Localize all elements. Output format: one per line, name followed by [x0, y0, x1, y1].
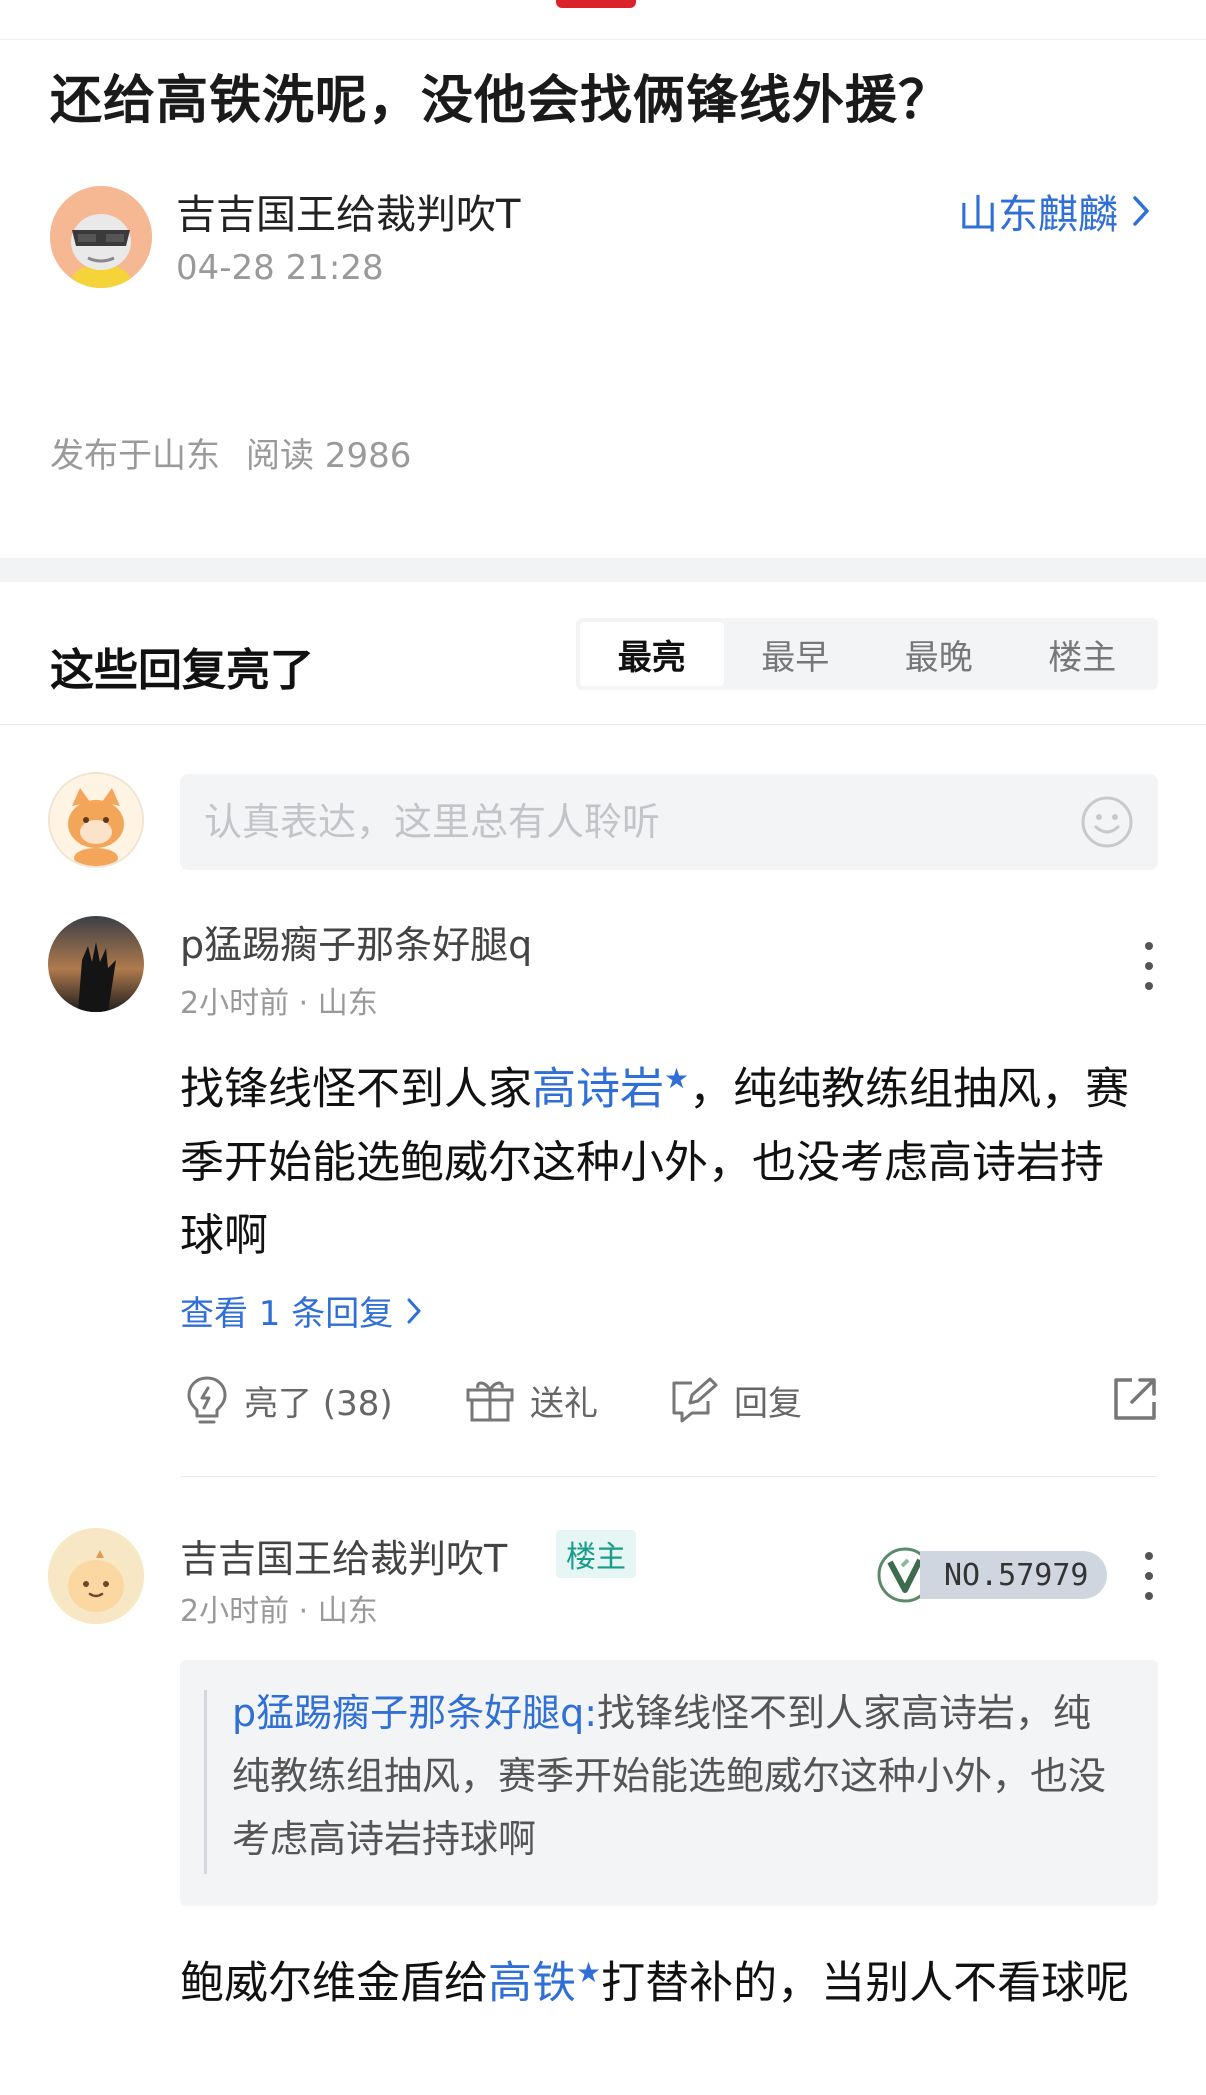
section-separator	[0, 558, 1206, 582]
edit-reply-icon	[672, 1377, 718, 1423]
board-link[interactable]: 山东麒麟	[958, 182, 1150, 240]
rank-number: NO.57979	[920, 1551, 1107, 1599]
author-name[interactable]: 吉吉国王给裁判吹T	[176, 182, 520, 240]
lightbulb-icon	[187, 1376, 227, 1424]
tab-op-only[interactable]: 楼主	[1011, 622, 1155, 686]
reply-content: 找锋线怪不到人家高诗岩★，纯纯教练组抽风，赛季开始能选鲍威尔这种小外，也没考虑高…	[180, 1042, 1140, 1272]
reply-author[interactable]: p猛踢瘸子那条好腿q	[180, 914, 532, 969]
divider	[0, 724, 1206, 725]
light-count: 亮了 (38)	[244, 1383, 393, 1424]
light-button[interactable]: 亮了 (38)	[184, 1370, 393, 1430]
chevron-right-icon	[1133, 196, 1149, 226]
sort-tabs: 最亮 最早 最晚 楼主	[576, 618, 1158, 690]
tab-latest[interactable]: 最晚	[867, 622, 1011, 686]
op-tag: 楼主	[556, 1530, 636, 1578]
player-mention-link[interactable]: 高铁	[488, 1958, 576, 2009]
more-options-icon[interactable]	[1134, 1548, 1164, 1604]
replies-heading: 这些回复亮了	[50, 645, 314, 696]
gift-label: 送礼	[530, 1383, 598, 1424]
share-icon[interactable]	[1110, 1374, 1160, 1424]
post-meta: 发布于山东 阅读 2986	[50, 428, 411, 477]
reply-content: 鲍威尔维金盾给高铁★打替补的，当别人不看球呢	[180, 1936, 1140, 2020]
star-icon: ★	[664, 1062, 690, 1095]
quoted-reply[interactable]: p猛踢瘸子那条好腿q:找锋线怪不到人家高诗岩，纯纯教练组抽风，赛季开始能选鲍威尔…	[180, 1660, 1158, 1906]
reply-meta: 2小时前 · 山东	[180, 1594, 378, 1629]
post-location: 发布于山东	[50, 436, 220, 476]
view-replies-label: 查看 1 条回复	[180, 1294, 394, 1334]
more-options-icon[interactable]	[1134, 938, 1164, 994]
player-mention-link[interactable]: 高诗岩	[532, 1064, 664, 1115]
reply-avatar[interactable]	[48, 1528, 144, 1624]
reply-text: 打替补的，当别人不看球呢	[601, 1957, 1130, 2009]
board-name: 山东麒麟	[958, 192, 1118, 238]
reply-meta: 2小时前 · 山东	[180, 986, 378, 1021]
post-reads: 阅读 2986	[246, 436, 412, 476]
gift-button[interactable]: 送礼	[464, 1370, 598, 1430]
reply-author[interactable]: 吉吉国王给裁判吹T	[180, 1528, 507, 1583]
gift-icon	[466, 1381, 514, 1422]
reply-actions: 亮了 (38) 送礼 回复	[180, 1370, 1160, 1430]
reply-divider	[180, 1476, 1158, 1477]
post-title: 还给高铁洗呢，没他会找俩锋线外援？	[50, 71, 952, 131]
reply-text: 找锋线怪不到人家	[180, 1063, 532, 1115]
star-icon: ★	[576, 1956, 602, 1989]
comment-input-box[interactable]	[180, 774, 1158, 870]
chevron-right-icon	[407, 1298, 421, 1323]
my-avatar[interactable]	[48, 772, 144, 868]
comment-input[interactable]	[204, 800, 1080, 844]
author-avatar[interactable]	[50, 186, 152, 288]
app-logo	[556, 0, 636, 8]
quoted-author[interactable]: p猛踢瘸子那条好腿q:	[232, 1691, 597, 1735]
top-bar	[0, 0, 1206, 40]
reply-avatar[interactable]	[48, 916, 144, 1012]
tab-brightest[interactable]: 最亮	[580, 622, 724, 686]
view-replies-link[interactable]: 查看 1 条回复	[180, 1286, 421, 1335]
user-rank-badge[interactable]: NO.57979	[876, 1546, 1107, 1604]
reply-button[interactable]: 回复	[668, 1370, 802, 1430]
post-time: 04-28 21:28	[176, 248, 384, 288]
reply-label: 回复	[734, 1383, 802, 1424]
emoji-icon[interactable]	[1080, 795, 1134, 849]
reply-text: 鲍威尔维金盾给	[180, 1957, 488, 2009]
tab-earliest[interactable]: 最早	[724, 622, 868, 686]
